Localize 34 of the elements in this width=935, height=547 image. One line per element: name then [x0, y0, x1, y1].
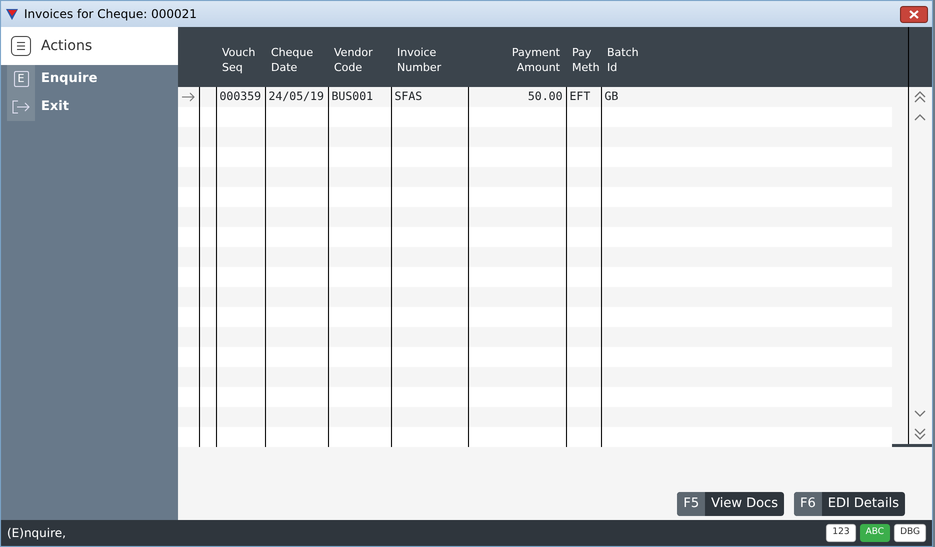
close-button[interactable]	[900, 6, 928, 22]
column-header: Vendor Code	[328, 27, 391, 87]
chevron-up-icon	[913, 112, 927, 122]
status-text: (E)nquire,	[7, 525, 66, 542]
column-header: Vouch Seq	[216, 27, 265, 87]
window-title: Invoices for Cheque: 000021	[24, 6, 197, 23]
sidebar-title: Actions	[41, 36, 92, 56]
column-header: Pay Meth	[566, 27, 601, 87]
function-key-button[interactable]: F5 View Docs	[677, 492, 784, 516]
sidebar-item[interactable]: E Enquire	[1, 65, 178, 93]
table-cell: BUS001	[328, 87, 391, 107]
column-header: Cheque Date	[265, 27, 328, 87]
column-header: Invoice Number	[391, 27, 468, 87]
key-icon: E	[14, 71, 28, 87]
column-header: Payment Amount	[468, 27, 566, 87]
table-cell: GB	[601, 87, 892, 107]
mode-indicator: ABC	[860, 524, 890, 542]
mode-indicator: DBG	[894, 524, 926, 542]
table-cell: 000359	[216, 87, 265, 107]
table-cell: 24/05/19	[265, 87, 328, 107]
exit-icon	[12, 100, 30, 114]
table-cell: SFAS	[391, 87, 468, 107]
sidebar-item[interactable]: Exit	[1, 93, 178, 121]
chevron-down-icon	[913, 409, 927, 419]
function-key-button[interactable]: F6 EDI Details	[794, 492, 905, 516]
double-chevron-down-icon	[913, 427, 927, 441]
app-logo-icon	[5, 7, 19, 21]
menu-icon[interactable]	[11, 36, 31, 56]
table-cell: EFT	[566, 87, 601, 107]
column-header: Batch Id	[601, 27, 892, 87]
double-chevron-up-icon	[913, 90, 927, 104]
table-cell: 50.00	[468, 87, 566, 107]
close-icon	[909, 10, 919, 18]
mode-indicator: 123	[826, 524, 856, 542]
